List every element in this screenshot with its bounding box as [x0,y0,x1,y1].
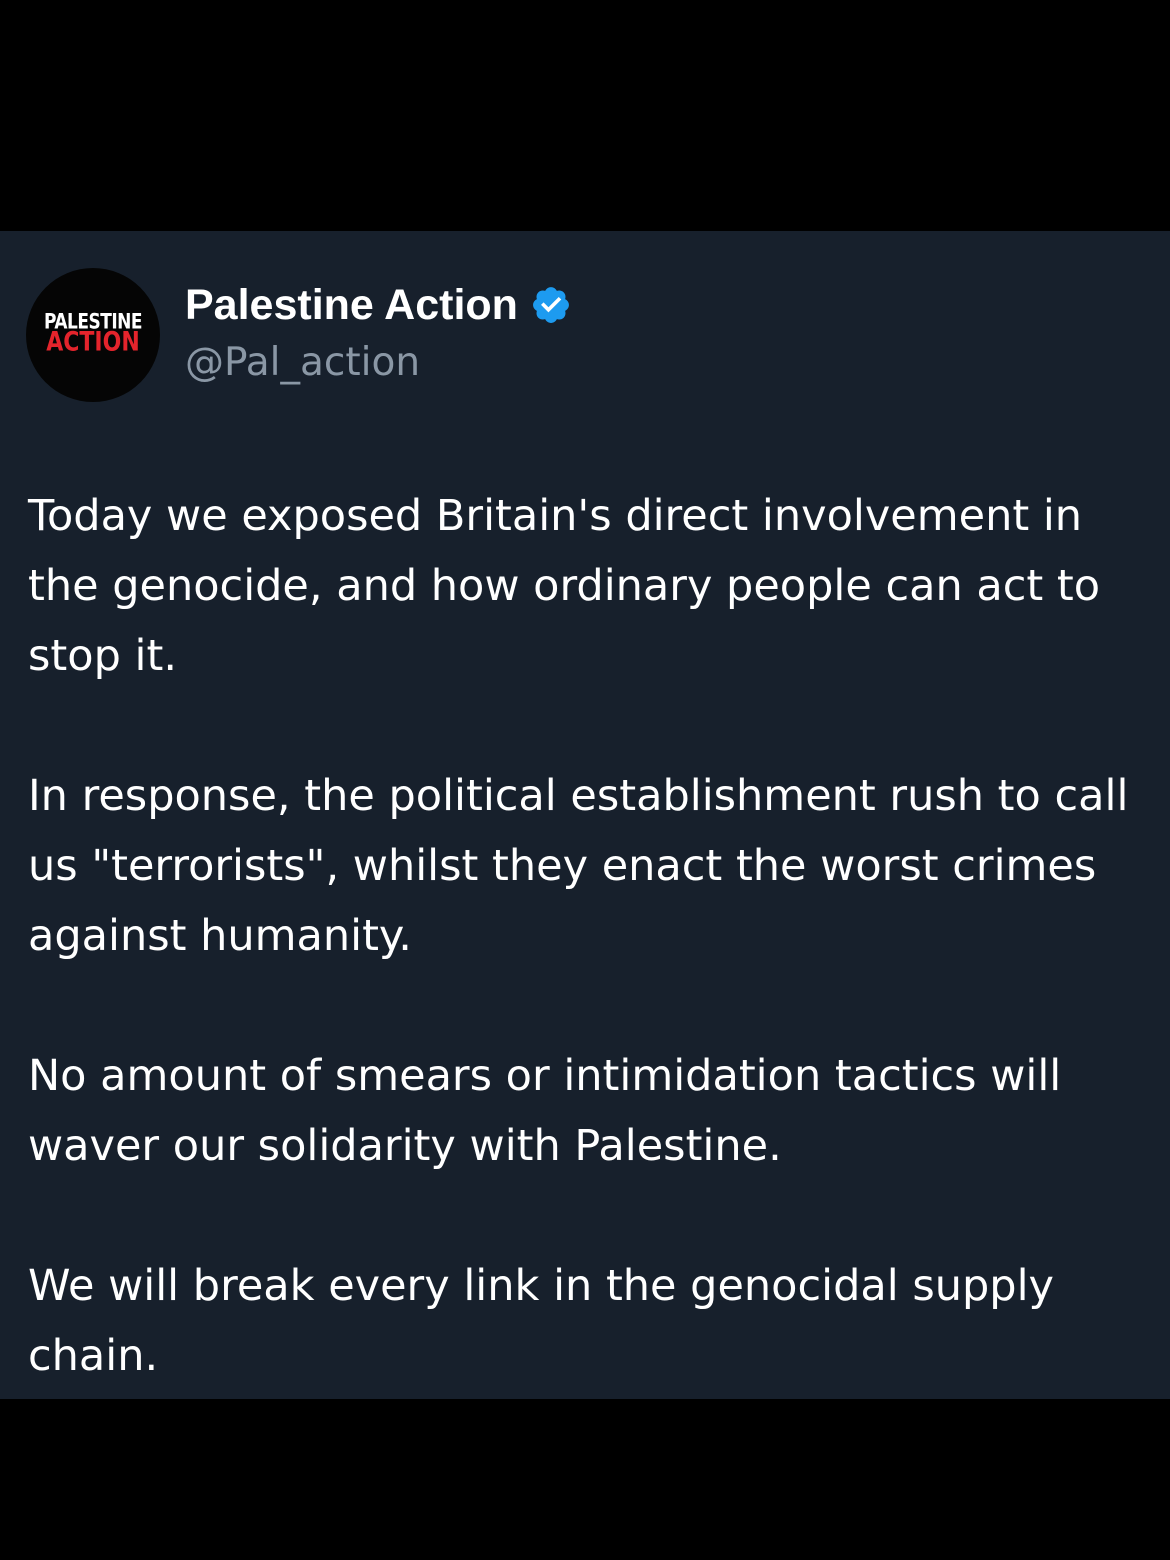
avatar[interactable]: PALESTINE ACTION [26,268,160,402]
author-name-row: Palestine Action [185,278,572,332]
tweet-paragraph: We will break every link in the genocida… [28,1261,1054,1381]
author-handle[interactable]: @Pal_action [185,338,420,388]
avatar-logo-text-bottom: ACTION [46,327,140,358]
tweet-text: Today we exposed Britain's direct involv… [28,481,1153,1391]
author-display-name[interactable]: Palestine Action [185,278,518,332]
tweet-paragraph: No amount of smears or intimidation tact… [28,1051,1062,1171]
verified-badge-icon [530,284,572,326]
tweet-card: PALESTINE ACTION Palestine Action @Pal_a… [0,231,1170,1399]
tweet-paragraph: In response, the political establishment… [28,771,1129,961]
tweet-paragraph: Today we exposed Britain's direct involv… [28,491,1101,681]
